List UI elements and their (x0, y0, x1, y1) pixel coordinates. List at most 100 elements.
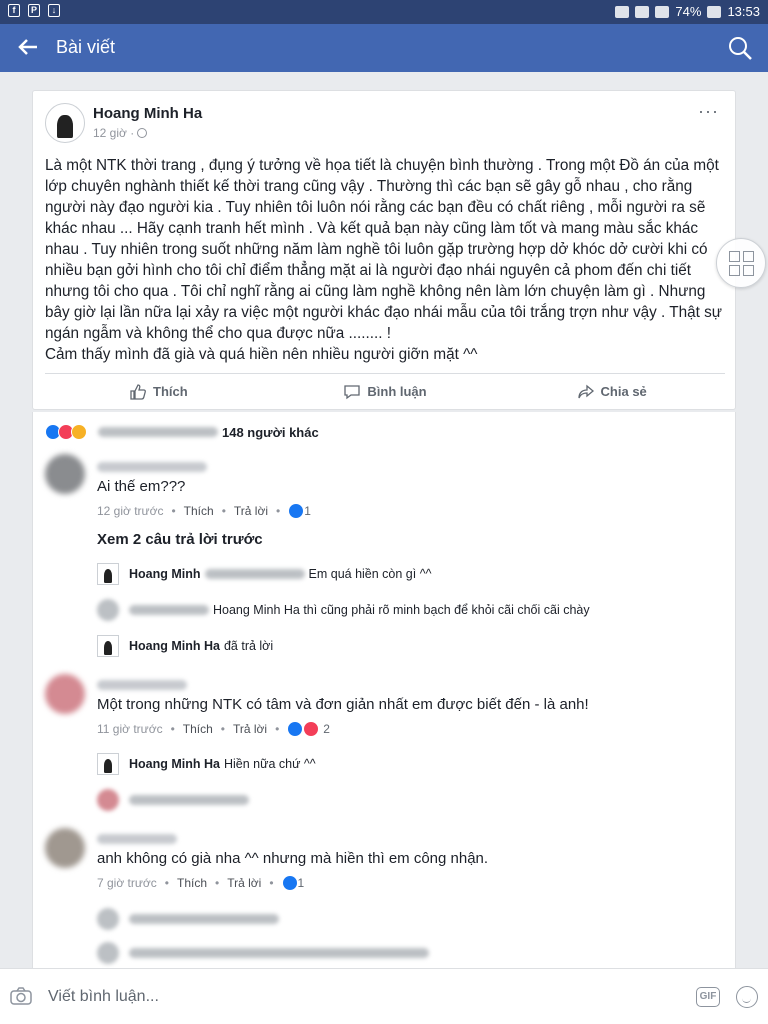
comment-reply-button[interactable]: Trả lời (227, 876, 261, 890)
reply-row: Hoang Minh Ha đã trả lời (97, 635, 273, 657)
reply-avatar[interactable] (97, 563, 119, 585)
grid-view-icon[interactable] (716, 238, 766, 288)
more-options-icon[interactable]: ··· (698, 101, 719, 122)
reply-row (97, 789, 249, 811)
messenger-icon: P (28, 4, 40, 17)
comment-like-button[interactable]: Thích (184, 504, 214, 518)
battery-percent: 74% (675, 4, 702, 19)
reply-row (97, 908, 279, 930)
comment-text: Một trong những NTK có tâm và đơn giản n… (97, 696, 589, 713)
comment-reactions[interactable]: 2 (287, 721, 330, 737)
system-status: 74% 13:53 (615, 4, 760, 19)
comment-time: 11 giờ trước (97, 722, 163, 736)
author-name[interactable]: Hoang Minh Ha (93, 105, 202, 122)
reply-row: Hoang Minh Ha Hiền nữa chứ ^^ (97, 753, 316, 775)
back-arrow-icon[interactable] (16, 36, 40, 60)
battery-icon (707, 5, 722, 18)
comment-text: Ai thế em??? (97, 478, 186, 495)
signal-icon (655, 5, 670, 18)
app-bar: Bài viết (0, 24, 768, 72)
blurred-text (129, 795, 249, 805)
reply-row: Hoang Minh Ha thì cũng phải rõ minh bạch… (97, 599, 590, 621)
see-more-replies-link[interactable]: Xem 2 câu trả lời trước (97, 531, 263, 548)
like-reaction-icon (288, 503, 305, 519)
commenter-avatar[interactable] (45, 674, 85, 714)
blurred-avatar[interactable] (97, 942, 119, 964)
comment-reaction-count: 2 (323, 722, 330, 736)
reply-avatar[interactable] (97, 753, 119, 775)
like-reaction-icon (281, 875, 298, 891)
post-body: Là một NTK thời trang , đụng ý tưởng về … (45, 157, 723, 363)
camera-icon[interactable] (10, 987, 32, 1005)
sad-reaction-icon (71, 424, 87, 440)
commenter-name[interactable] (97, 680, 187, 690)
comment-text: anh không có già nha ^^ nhưng mà hiền th… (97, 850, 489, 867)
comment-meta: 12 giờ trước • Thích • Trả lời • 1 (97, 503, 311, 519)
comment-meta: 11 giờ trước • Thích • Trả lời • 2 (97, 721, 330, 737)
like-reaction-icon (287, 721, 304, 737)
reactions-summary[interactable]: 148 người khác (45, 424, 319, 440)
reply-text: Em quá hiền còn gì ^^ (308, 567, 432, 581)
reply-text: Hoang Minh Ha thì cũng phải rõ minh bạch… (213, 603, 590, 617)
comment-composer: Viết bình luận... GIF (0, 968, 768, 1024)
reply-text: Hiền nữa chứ ^^ (223, 757, 316, 771)
clock: 13:53 (727, 4, 760, 19)
blurred-avatar[interactable] (97, 908, 119, 930)
blurred-name (129, 605, 209, 615)
comment-meta: 7 giờ trước • Thích • Trả lời • 1 (97, 875, 305, 891)
comment-label: Bình luận (367, 384, 427, 399)
facebook-icon: f (8, 4, 20, 17)
globe-icon (137, 128, 148, 138)
search-icon[interactable] (726, 34, 754, 62)
comment-time: 7 giờ trước (97, 876, 157, 890)
comment-reply-button[interactable]: Trả lời (234, 504, 268, 518)
commenter-name[interactable] (97, 462, 207, 472)
comment-reactions[interactable]: 1 (288, 503, 311, 519)
comments-section: 148 người khác Ai thế em??? 12 giờ trước… (32, 412, 736, 968)
blurred-avatar[interactable] (97, 599, 119, 621)
comment-input[interactable]: Viết bình luận... (48, 988, 159, 1006)
reply-avatar[interactable] (97, 635, 119, 657)
reply-author[interactable]: Hoang Minh Ha (129, 757, 220, 771)
reactions-count: 148 người khác (222, 424, 319, 440)
notification-icons: f P ↓ (8, 4, 60, 17)
page-title: Bài viết (56, 37, 116, 57)
share-arrow-icon (577, 384, 594, 398)
commenter-avatar[interactable] (45, 828, 85, 868)
comment-bubble-icon (344, 384, 361, 399)
author-avatar[interactable] (45, 103, 85, 143)
status-bar: f P ↓ 74% 13:53 (0, 0, 768, 24)
share-label: Chia sẻ (600, 384, 647, 399)
blurred-text (129, 948, 429, 958)
comment-like-button[interactable]: Thích (177, 876, 207, 890)
reply-row (97, 942, 429, 964)
post-actions: Thích Bình luận Chia sẻ (45, 373, 725, 409)
gif-icon[interactable]: GIF (696, 987, 720, 1007)
love-reaction-icon (303, 721, 320, 737)
reply-author[interactable]: Hoang Minh Ha (129, 639, 220, 653)
blurred-names (98, 427, 218, 437)
commenter-name[interactable] (97, 834, 177, 844)
comment-time: 12 giờ trước (97, 504, 164, 518)
thumbs-up-icon (130, 383, 146, 400)
comment-button[interactable]: Bình luận (272, 374, 499, 409)
like-label: Thích (153, 384, 188, 399)
comment-reactions[interactable]: 1 (281, 875, 305, 891)
reply-text: đã trả lời (223, 639, 274, 653)
like-button[interactable]: Thích (45, 374, 272, 409)
comment-reaction-count: 1 (297, 876, 305, 890)
emoji-icon[interactable] (736, 986, 758, 1008)
reply-author[interactable]: Hoang Minh (129, 567, 201, 581)
comment-like-button[interactable]: Thích (183, 722, 213, 736)
wifi-icon (635, 5, 650, 18)
blurred-name (204, 569, 305, 579)
post-card: Hoang Minh Ha 12 giờ · ··· Là một NTK th… (32, 90, 736, 410)
blurred-avatar[interactable] (97, 789, 119, 811)
mute-icon (615, 5, 630, 18)
comment-reply-button[interactable]: Trả lời (233, 722, 267, 736)
share-button[interactable]: Chia sẻ (498, 374, 725, 409)
reply-row: Hoang Minh Em quá hiền còn gì ^^ (97, 563, 431, 585)
commenter-avatar[interactable] (45, 454, 85, 494)
blurred-text (129, 914, 279, 924)
post-time-text: 12 giờ · (93, 126, 135, 140)
